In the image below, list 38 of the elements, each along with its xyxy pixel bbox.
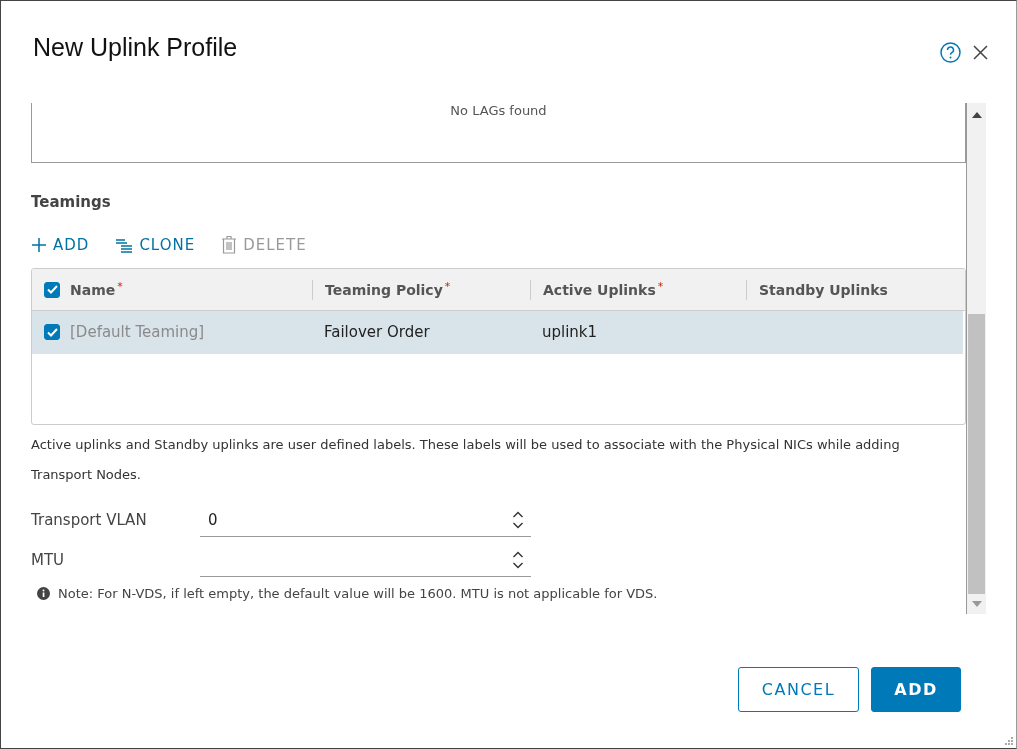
field-label: Transport VLAN [31, 511, 148, 529]
resize-grip-icon[interactable] [1004, 736, 1014, 746]
scroll-up-icon[interactable] [971, 112, 982, 118]
close-icon[interactable] [973, 45, 988, 60]
required-marker: * [117, 279, 123, 293]
column-header: Standby Uplinks [759, 281, 888, 298]
clone-icon [115, 236, 134, 253]
scroll-down-icon[interactable] [971, 601, 982, 607]
info-icon [37, 587, 50, 600]
spinner-icon[interactable] [512, 511, 524, 529]
table-cell: uplink1 [542, 323, 598, 341]
row-checkbox[interactable] [44, 324, 60, 340]
section-heading: Teamings [31, 193, 112, 211]
clone-action[interactable]: CLONE [115, 235, 196, 254]
plus-icon [31, 236, 47, 253]
help-text: Active uplinks and Standby uplinks are user defined labels. These labels will be used to associate with the Physical NICs while adding Transport Nodes. [31, 436, 901, 484]
table-row[interactable]: [Default Teaming] Failover Order uplink1 [32, 311, 963, 354]
spinner-icon[interactable] [512, 551, 524, 569]
select-all-checkbox[interactable] [44, 281, 60, 298]
dialog-title: New Uplink Profile [33, 33, 239, 62]
cancel-button[interactable]: CANCEL [738, 667, 859, 712]
table-cell: [Default Teaming] [70, 323, 205, 341]
column-header: Active Uplinks [543, 281, 656, 298]
required-marker: * [657, 279, 664, 293]
field-label: MTU [31, 551, 66, 569]
trash-icon [221, 235, 238, 254]
note-text: Note: For N-VDS, if left empty, the default value will be 1600. MTU is not applicable for VDS. [58, 586, 658, 601]
scroll-thumb[interactable] [968, 314, 985, 594]
add-action[interactable]: ADD [31, 235, 90, 254]
empty-message: No LAGs found [450, 103, 547, 118]
column-header: Teaming Policy [325, 281, 443, 298]
help-icon[interactable] [940, 42, 961, 63]
table-cell: Failover Order [324, 323, 430, 341]
number-field[interactable]: 0 [200, 503, 531, 537]
add-button[interactable]: ADD [871, 667, 961, 712]
scrollbar[interactable] [966, 103, 986, 614]
column-header: Name [70, 281, 116, 298]
required-marker: * [444, 279, 451, 293]
